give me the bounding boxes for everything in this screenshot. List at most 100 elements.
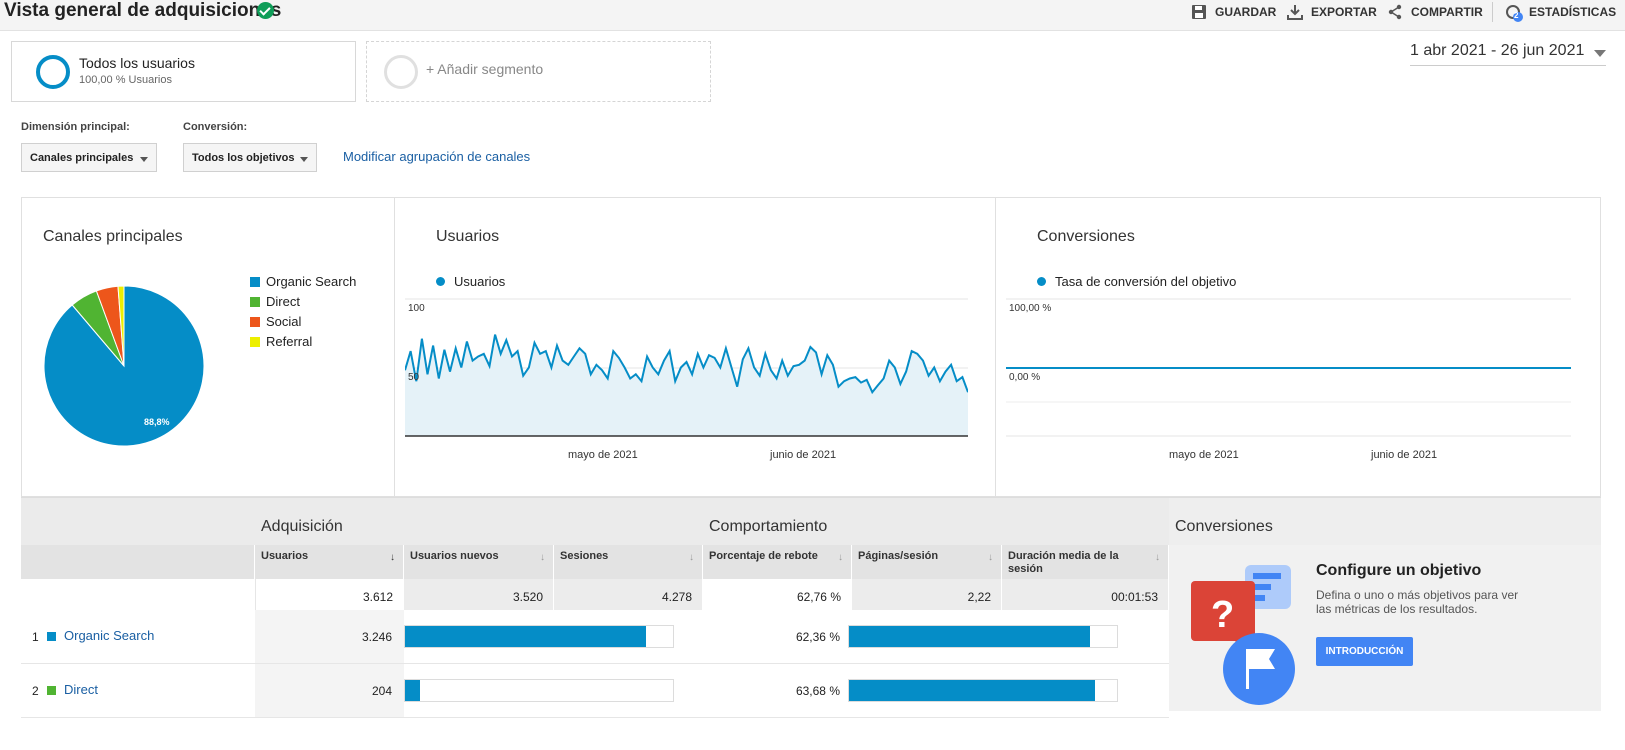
insights-badge: 2 <box>1514 11 1519 20</box>
share-button[interactable]: COMPARTIR <box>1387 2 1483 22</box>
x-tick: mayo de 2021 <box>568 449 638 461</box>
total-new-users: 3.520 <box>404 579 554 610</box>
save-button[interactable]: GUARDAR <box>1191 2 1276 22</box>
users-area-fill <box>405 334 968 436</box>
verified-check-icon <box>257 2 274 19</box>
chevron-down-icon <box>140 157 148 162</box>
legend-swatch <box>250 296 260 307</box>
conversion-dropdown[interactable]: Todos los objetivos <box>183 143 317 172</box>
channel-color-swatch <box>47 632 56 641</box>
channel-link-organic-search[interactable]: Organic Search <box>64 628 154 643</box>
primary-dimension-label: Dimensión principal: <box>21 121 130 133</box>
page-title: Vista general de adquisiciones <box>4 0 282 21</box>
segment-all-users[interactable]: Todos los usuarios 100,00 % Usuarios <box>11 41 356 102</box>
users-title: Usuarios <box>436 228 500 245</box>
row-bounce-value: 62,36 % <box>703 610 852 664</box>
users-share-bar <box>404 679 674 702</box>
save-label: GUARDAR <box>1215 5 1277 19</box>
bounce-bar <box>848 625 1118 648</box>
legend-label: Tasa de conversión del objetivo <box>1055 274 1237 289</box>
add-segment-button[interactable]: + Añadir segmento <box>366 41 711 102</box>
avg-duration-column-header[interactable]: Duración media de la sesión ↓ <box>1002 545 1169 579</box>
row-number: 1 <box>32 630 39 644</box>
sort-icon: ↓ <box>1155 552 1160 563</box>
y-tick: 50 <box>408 372 420 383</box>
empty-segment-ring-icon <box>384 55 418 89</box>
export-label: EXPORTAR <box>1311 5 1377 19</box>
users-share-bar-fill <box>405 680 420 701</box>
channel-color-swatch <box>47 686 56 695</box>
column-label: Porcentaje de rebote <box>709 550 818 562</box>
legend-label: Organic Search <box>266 274 357 289</box>
bounce-bar-fill <box>849 626 1090 647</box>
users-area-chart: 100 50 <box>405 298 968 437</box>
column-label: Sesiones <box>560 550 609 562</box>
share-label: COMPARTIR <box>1411 5 1483 19</box>
pages-session-column-header[interactable]: Páginas/sesión ↓ <box>852 545 1002 579</box>
conversions-panel: Conversiones Tasa de conversión del obje… <box>996 198 1600 496</box>
column-label: Páginas/sesión <box>858 550 939 562</box>
goal-setup-promo: ? Configure un objetivo Defina o uno o m… <box>1169 545 1601 711</box>
svg-text:?: ? <box>1211 594 1234 636</box>
channels-panel: Canales principales 88,8% Organic Search… <box>22 198 395 496</box>
legend-label: Social <box>266 314 302 329</box>
goal-promo-description: Defina o uno o más objetivos para ver la… <box>1316 588 1519 616</box>
legend-organic: Organic Search <box>250 274 356 289</box>
bounce-bar <box>848 679 1118 702</box>
total-sessions: 4.278 <box>554 579 703 610</box>
users-panel: Usuarios Usuarios 100 50 mayo de 2021 ju… <box>395 198 996 496</box>
legend-dot <box>1037 277 1046 286</box>
totals-label-cell <box>21 579 255 610</box>
channel-link-direct[interactable]: Direct <box>64 682 98 697</box>
x-tick: junio de 2021 <box>1371 449 1438 461</box>
legend-referral: Referral <box>250 334 312 349</box>
insights-label: ESTADÍSTICAS <box>1529 5 1617 19</box>
legend-label: Usuarios <box>454 274 506 289</box>
table-corner <box>21 498 255 545</box>
users-legend: Usuarios <box>436 274 505 289</box>
row-users-value: 3.246 <box>255 610 404 664</box>
conversions-title: Conversiones <box>1037 228 1135 245</box>
primary-dimension-dropdown[interactable]: Canales principales <box>21 143 157 172</box>
export-button[interactable]: EXPORTAR <box>1287 2 1377 22</box>
total-pages-session: 2,22 <box>852 579 1002 610</box>
row-users-bar-cell <box>404 610 703 664</box>
bounce-rate-column-header[interactable]: Porcentaje de rebote ↓ <box>703 545 852 579</box>
users-column-header[interactable]: Usuarios ↓ <box>255 545 404 579</box>
legend-social: Social <box>250 314 301 329</box>
sessions-column-header[interactable]: Sesiones ↓ <box>554 545 703 579</box>
row-users-value: 204 <box>255 664 404 718</box>
new-users-column-header[interactable]: Usuarios nuevos ↓ <box>404 545 554 579</box>
users-share-bar <box>404 625 674 648</box>
legend-dot <box>436 277 445 286</box>
sort-icon: ↓ <box>540 552 545 563</box>
legend-swatch <box>250 316 260 327</box>
date-range-text: 1 abr 2021 - 26 jun 2021 <box>1410 42 1585 59</box>
insights-button[interactable]: 2 ESTADÍSTICAS <box>1505 2 1616 22</box>
save-icon <box>1191 4 1207 20</box>
segment-title: Todos los usuarios <box>79 55 195 71</box>
segment-subtitle: 100,00 % Usuarios <box>79 74 172 86</box>
date-range-picker[interactable]: 1 abr 2021 - 26 jun 2021 <box>1410 42 1606 66</box>
data-table: Adquisición Comportamiento Conversiones … <box>21 497 1601 718</box>
legend-direct: Direct <box>250 294 300 309</box>
introduction-button[interactable]: INTRODUCCIÓN <box>1316 637 1413 666</box>
modify-channel-grouping-link[interactable]: Modificar agrupación de canales <box>343 149 530 164</box>
overview-panels: Canales principales 88,8% Organic Search… <box>21 197 1601 497</box>
channel-column-header <box>21 545 255 579</box>
y-tick: 100,00 % <box>1009 303 1051 314</box>
behavior-group-header: Comportamiento <box>703 498 1169 545</box>
table-row: 1 Organic Search <box>21 610 255 664</box>
sort-desc-icon: ↓ <box>390 552 395 563</box>
row-bounce-bar-cell <box>848 610 1169 664</box>
toolbar-divider <box>1492 2 1493 22</box>
legend-label: Direct <box>266 294 300 309</box>
goal-promo-title: Configure un objetivo <box>1316 562 1482 579</box>
table-row: 2 Direct <box>21 664 255 718</box>
conversion-value: Todos los objetivos <box>192 152 295 164</box>
row-users-bar-cell <box>404 664 703 718</box>
column-label: Usuarios nuevos <box>410 550 499 562</box>
total-avg-duration: 00:01:53 <box>1002 579 1169 610</box>
legend-label: Referral <box>266 334 313 349</box>
total-users: 3.612 <box>255 579 404 610</box>
